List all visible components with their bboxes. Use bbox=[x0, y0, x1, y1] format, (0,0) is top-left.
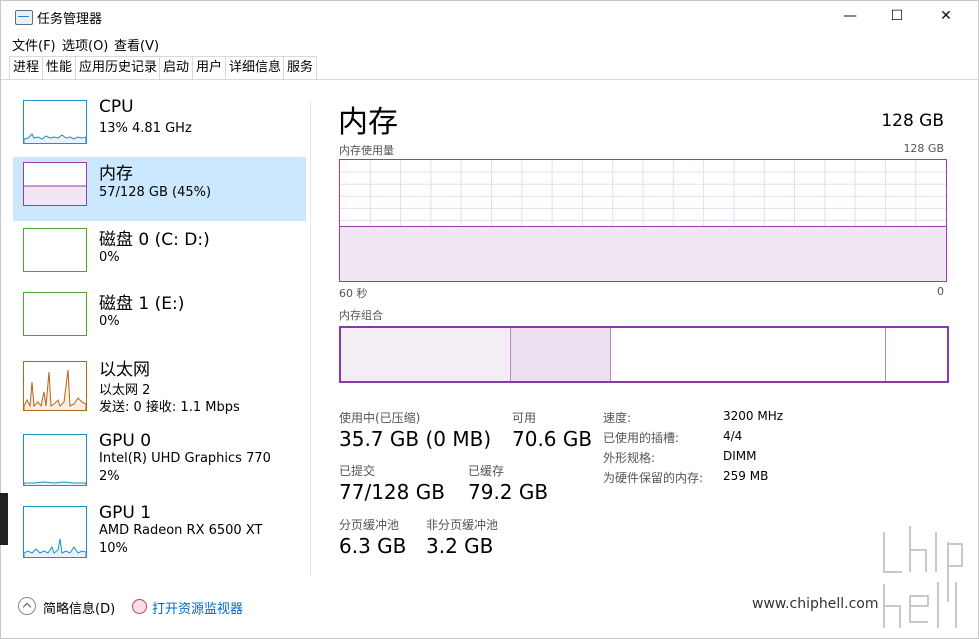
form-factor-value: DIMM bbox=[723, 449, 757, 463]
composition-in-use[interactable] bbox=[341, 328, 511, 381]
tab-processes[interactable]: 进程 bbox=[9, 56, 44, 79]
resource-monitor-icon[interactable] bbox=[132, 599, 147, 614]
gpu-0-thumbnail-graph bbox=[23, 434, 87, 486]
sidebar-title: 磁盘 1 (E:) bbox=[99, 294, 185, 314]
title-bar[interactable]: 任务管理器 — ☐ ✕ bbox=[1, 1, 978, 32]
composition-standby[interactable] bbox=[610, 328, 887, 381]
tab-performance[interactable]: 性能 bbox=[42, 56, 77, 79]
sidebar-item-ethernet[interactable]: 以太网 以太网 2 发送: 0 接收: 1.1 Mbps bbox=[13, 353, 306, 423]
graph-x-right: 0 bbox=[937, 285, 944, 298]
in-use-value: 35.7 GB (0 MB) bbox=[339, 427, 492, 451]
sidebar-title: 内存 bbox=[99, 164, 133, 184]
sidebar-title: GPU 1 bbox=[99, 503, 152, 523]
minimize-button[interactable]: — bbox=[827, 1, 873, 32]
cpu-thumbnail-graph bbox=[23, 100, 87, 144]
task-manager-icon bbox=[15, 10, 33, 25]
sidebar-item-gpu-0[interactable]: GPU 0 Intel(R) UHD Graphics 770 2% bbox=[13, 429, 306, 499]
sidebar-subtitle: 0% bbox=[99, 314, 120, 329]
sidebar-item-cpu[interactable]: CPU 13% 4.81 GHz bbox=[13, 95, 306, 159]
composition-modified[interactable] bbox=[510, 328, 611, 381]
tab-app-history[interactable]: 应用历史记录 bbox=[75, 56, 162, 79]
usage-graph-max: 128 GB bbox=[903, 142, 944, 155]
available-value: 70.6 GB bbox=[512, 427, 593, 451]
speed-label: 速度: bbox=[603, 411, 632, 425]
sidebar-title: 磁盘 0 (C: D:) bbox=[99, 230, 210, 250]
slots-value: 4/4 bbox=[723, 429, 743, 443]
menu-bar: 文件(F) 选项(O) 查看(V) bbox=[1, 32, 978, 54]
sidebar-subtitle: 0% bbox=[99, 250, 120, 265]
sidebar-subtitle: 13% 4.81 GHz bbox=[99, 121, 192, 136]
sidebar-title: 以太网 bbox=[99, 360, 150, 380]
sidebar-item-disk-1[interactable]: 磁盘 1 (E:) 0% bbox=[13, 287, 306, 351]
sidebar-detail: 发送: 0 接收: 1.1 Mbps bbox=[99, 400, 240, 415]
composition-label: 内存组合 bbox=[339, 309, 383, 322]
window-title: 任务管理器 bbox=[37, 12, 103, 27]
usage-area bbox=[340, 226, 946, 281]
close-button[interactable]: ✕ bbox=[923, 1, 969, 32]
available-label: 可用 bbox=[512, 411, 537, 425]
cached-label: 已缓存 bbox=[468, 464, 505, 478]
committed-label: 已提交 bbox=[339, 464, 376, 478]
memory-usage-graph bbox=[339, 159, 947, 282]
tab-users[interactable]: 用户 bbox=[192, 56, 227, 79]
ethernet-thumbnail-graph bbox=[23, 361, 87, 411]
sidebar-subtitle: Intel(R) UHD Graphics 770 bbox=[99, 451, 271, 466]
maximize-button[interactable]: ☐ bbox=[874, 1, 920, 32]
nonpaged-pool-value: 3.2 GB bbox=[426, 534, 494, 558]
form-factor-label: 外形规格: bbox=[603, 451, 656, 465]
sidebar-item-gpu-1[interactable]: GPU 1 AMD Radeon RX 6500 XT 10% bbox=[13, 501, 306, 571]
fewer-details-link[interactable]: 简略信息(D) bbox=[43, 598, 115, 617]
watermark-url: www.chiphell.com bbox=[752, 596, 879, 612]
menu-view[interactable]: 查看(V) bbox=[114, 35, 159, 54]
sidebar-title: GPU 0 bbox=[99, 431, 152, 451]
paged-pool-value: 6.3 GB bbox=[339, 534, 407, 558]
graph-x-left: 60 秒 bbox=[339, 287, 368, 300]
tab-startup[interactable]: 启动 bbox=[159, 56, 194, 79]
sidebar-subtitle: AMD Radeon RX 6500 XT bbox=[99, 523, 263, 538]
total-memory: 128 GB bbox=[881, 111, 944, 131]
tab-details[interactable]: 详细信息 bbox=[225, 56, 286, 79]
memory-thumbnail-graph bbox=[23, 162, 87, 206]
sidebar-item-disk-0[interactable]: 磁盘 0 (C: D:) 0% bbox=[13, 223, 306, 287]
hw-reserved-value: 259 MB bbox=[723, 469, 769, 483]
open-resource-monitor-link[interactable]: 打开资源监视器 bbox=[152, 598, 243, 617]
speed-value: 3200 MHz bbox=[723, 409, 784, 423]
task-manager-window: 任务管理器 — ☐ ✕ 文件(F) 选项(O) 查看(V) 进程 性能 应用历史… bbox=[0, 0, 979, 639]
slots-label: 已使用的插槽: bbox=[603, 431, 680, 445]
background-window-edge bbox=[0, 493, 8, 545]
tab-bar: 进程 性能 应用历史记录 启动 用户 详细信息 服务 bbox=[1, 56, 978, 80]
chevron-up-icon[interactable] bbox=[18, 597, 36, 615]
sidebar-subtitle: 57/128 GB (45%) bbox=[99, 185, 212, 200]
cached-value: 79.2 GB bbox=[468, 480, 549, 504]
disk-1-thumbnail-graph bbox=[23, 292, 87, 336]
sidebar-title: CPU bbox=[99, 97, 134, 117]
in-use-label: 使用中(已压缩) bbox=[339, 411, 421, 425]
nonpaged-pool-label: 非分页缓冲池 bbox=[426, 518, 499, 532]
hw-reserved-label: 为硬件保留的内存: bbox=[603, 471, 704, 485]
page-title: 内存 bbox=[338, 105, 398, 140]
gpu-1-thumbnail-graph bbox=[23, 506, 87, 558]
chiphell-logo bbox=[881, 526, 965, 628]
sidebar-detail: 2% bbox=[99, 469, 120, 484]
paged-pool-label: 分页缓冲池 bbox=[339, 518, 400, 532]
menu-options[interactable]: 选项(O) bbox=[62, 35, 108, 54]
committed-value: 77/128 GB bbox=[339, 480, 445, 504]
composition-free[interactable] bbox=[886, 328, 947, 381]
sidebar-item-memory[interactable]: 内存 57/128 GB (45%) bbox=[13, 157, 306, 221]
menu-file[interactable]: 文件(F) bbox=[12, 35, 56, 54]
disk-0-thumbnail-graph bbox=[23, 228, 87, 272]
tab-services[interactable]: 服务 bbox=[283, 56, 318, 79]
memory-composition-bar[interactable] bbox=[339, 326, 949, 383]
sidebar-detail: 10% bbox=[99, 541, 128, 556]
usage-graph-label: 内存使用量 bbox=[339, 144, 394, 157]
sidebar-divider[interactable] bbox=[310, 101, 311, 576]
